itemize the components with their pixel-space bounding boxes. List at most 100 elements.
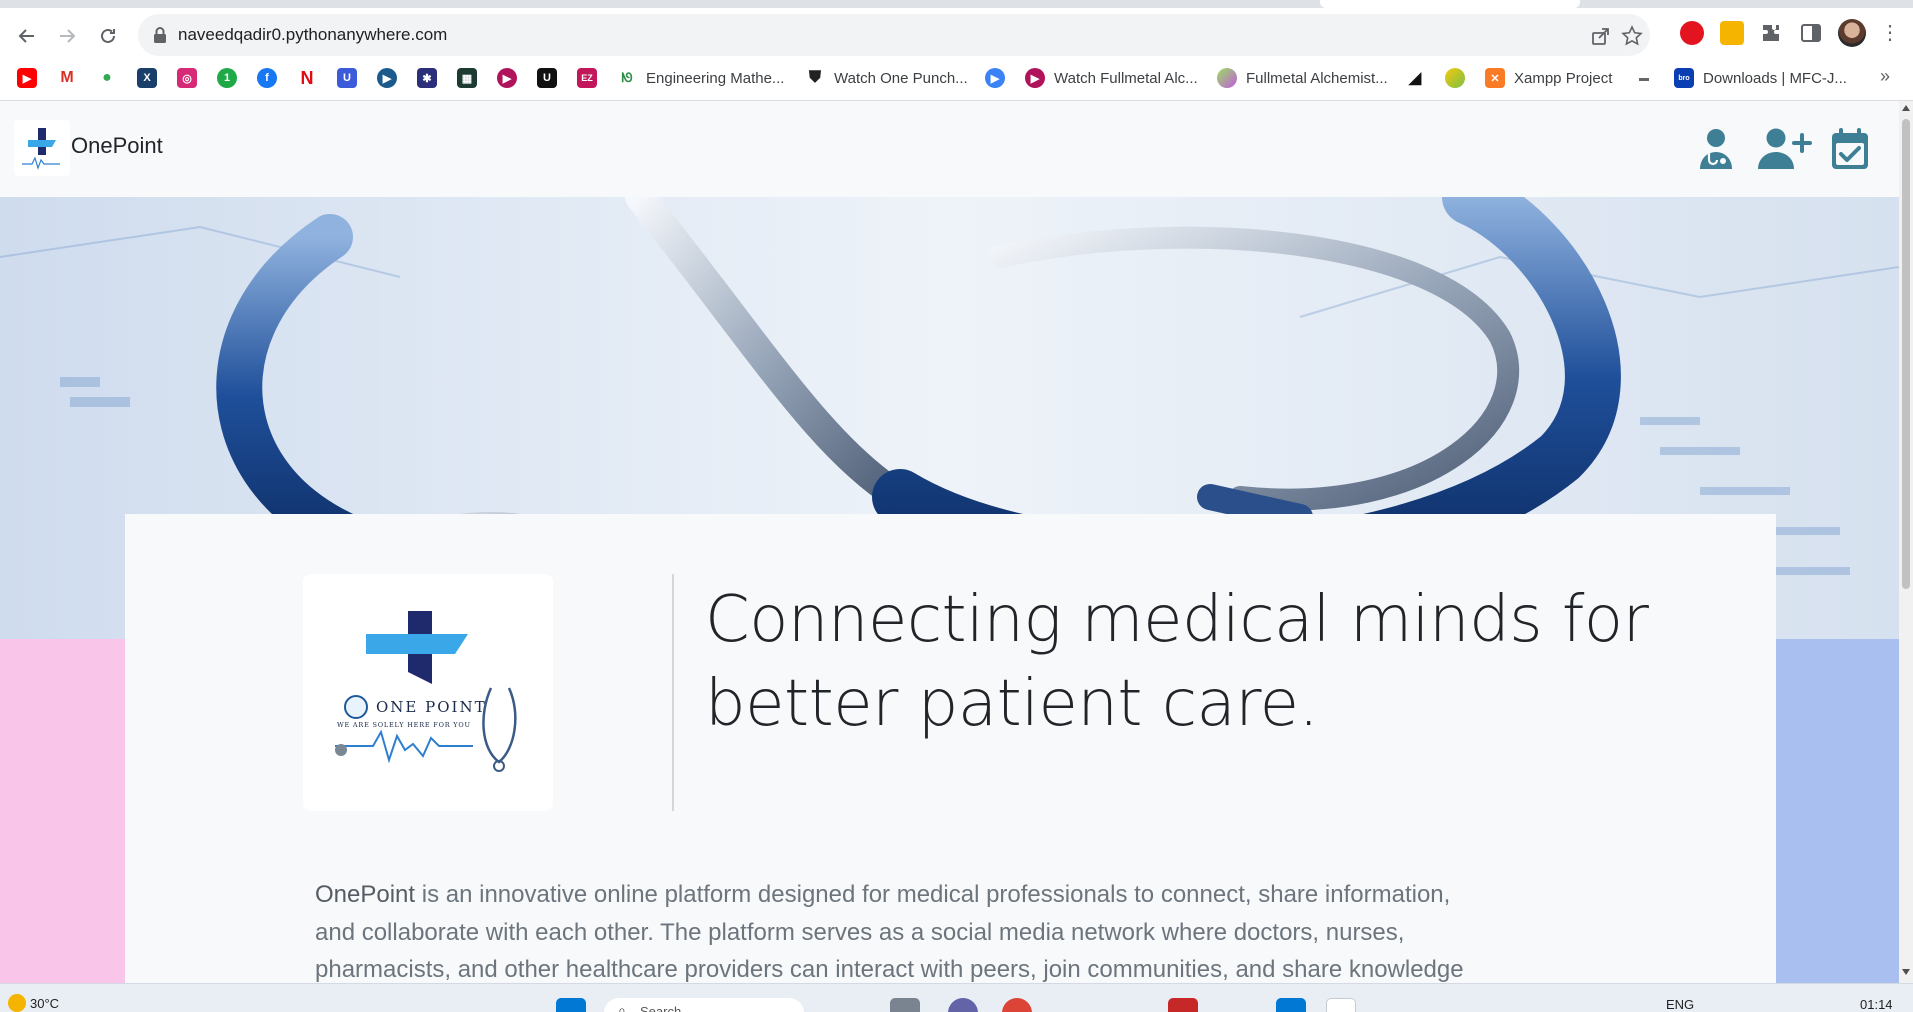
bookmark-item[interactable]: ᘚ Engineering Mathe...: [617, 67, 784, 89]
input-language[interactable]: ENG: [1666, 997, 1694, 1012]
url-text[interactable]: naveedqadir0.pythonanywhere.com: [178, 25, 447, 45]
bookmark-item[interactable]: ▶: [377, 67, 406, 89]
intro-card: ONE POINT WE ARE SOLELY HERE FOR YOU Con…: [125, 514, 1776, 983]
maps-icon: ●: [97, 68, 117, 88]
onepoint-logo: ONE POINT WE ARE SOLELY HERE FOR YOU: [303, 574, 553, 811]
bookmark-item[interactable]: [1445, 67, 1474, 89]
bookmark-icon: ✱: [417, 68, 437, 88]
side-panel-left: [0, 639, 125, 983]
bookmark-netflix[interactable]: N: [297, 67, 326, 89]
logo-text: ONE POINT: [376, 698, 487, 716]
bookmark-item[interactable]: ▶: [985, 67, 1014, 89]
profile-avatar[interactable]: [1838, 19, 1866, 47]
bookmark-youtube[interactable]: ▶: [17, 67, 46, 89]
about-text: is an innovative online platform designe…: [315, 881, 1464, 983]
bookmark-icon: 1: [217, 68, 237, 88]
more-bookmarks-button[interactable]: »: [1880, 66, 1890, 87]
browser-chrome: naveedqadir0.pythonanywhere.com ⋮ ▶ M ● …: [0, 0, 1913, 101]
play-icon: ▶: [1025, 68, 1045, 88]
app-icon[interactable]: [1326, 998, 1356, 1012]
play-icon: ▶: [985, 68, 1005, 88]
more-menu-icon[interactable]: ⋮: [1880, 22, 1900, 46]
bookmark-maps[interactable]: ●: [97, 67, 126, 89]
site-navbar: OnePoint: [0, 101, 1899, 197]
bookmark-label: Fullmetal Alchemist...: [1246, 69, 1388, 87]
logo-tagline: WE ARE SOLELY HERE FOR YOU: [337, 721, 471, 729]
brother-icon: bro: [1674, 68, 1694, 88]
file-explorer-icon[interactable]: [890, 998, 920, 1012]
bookmark-item[interactable]: ▬: [1634, 67, 1663, 89]
bookmark-gmail[interactable]: M: [57, 67, 86, 89]
about-brand: OnePoint: [315, 881, 416, 908]
bookmark-item[interactable]: bro Downloads | MFC-J...: [1674, 67, 1847, 89]
bookmark-instagram[interactable]: ◎: [177, 67, 206, 89]
bookmark-item[interactable]: 1: [217, 67, 246, 89]
clock-time[interactable]: 01:14: [1860, 997, 1893, 1012]
gmail-icon: M: [57, 68, 77, 88]
calendar-check-icon[interactable]: [1828, 125, 1872, 173]
browser-toolbar: naveedqadir0.pythonanywhere.com ⋮: [0, 10, 1913, 60]
page-scrollbar[interactable]: [1899, 101, 1913, 983]
youtube-icon: ▶: [17, 68, 37, 88]
instagram-icon: ◎: [177, 68, 197, 88]
lock-icon[interactable]: [152, 26, 168, 44]
play-icon: ▶: [377, 68, 397, 88]
bookmark-label: Watch Fullmetal Alc...: [1054, 69, 1198, 87]
bookmark-item[interactable]: U: [537, 67, 566, 89]
bookmark-item[interactable]: ✕ Xampp Project: [1485, 67, 1612, 89]
geeksforgeeks-icon: ᘚ: [617, 68, 637, 88]
forward-icon[interactable]: [53, 22, 81, 50]
bookmark-icon: X: [137, 68, 157, 88]
start-button[interactable]: [556, 998, 586, 1012]
brand-logo[interactable]: [14, 120, 70, 176]
puzzle-icon[interactable]: [1759, 21, 1783, 45]
bookmark-item[interactable]: ▦: [457, 67, 486, 89]
brand-name[interactable]: OnePoint: [71, 133, 163, 159]
address-bar[interactable]: naveedqadir0.pythonanywhere.com: [138, 14, 1650, 56]
scrollbar-thumb[interactable]: [1902, 119, 1910, 589]
netflix-icon: N: [297, 68, 317, 88]
weather-icon[interactable]: [8, 994, 26, 1012]
bookmarks-bar: ▶ M ● X ◎ 1 f N U ▶ ✱ ▦ ▶ U EZ ᘚ Engineer…: [0, 62, 1913, 94]
vscode-icon[interactable]: [1276, 998, 1306, 1012]
bookmark-icon: [1445, 68, 1465, 88]
bookmark-icon: EZ: [577, 68, 597, 88]
weather-temperature[interactable]: 30°C: [30, 996, 59, 1011]
bookmark-item[interactable]: ▶: [497, 67, 526, 89]
os-taskbar: 30°C ⌕ Search ENG 01:14: [0, 983, 1913, 1012]
about-paragraph: OnePoint is an innovative online platfor…: [315, 876, 1475, 983]
bookmark-item[interactable]: Fullmetal Alchemist...: [1217, 67, 1388, 89]
tab-strip: [0, 0, 1913, 8]
scroll-down-icon[interactable]: [1902, 969, 1910, 975]
bookmark-facebook[interactable]: f: [257, 67, 286, 89]
taskbar-search-box[interactable]: ⌕ Search: [604, 998, 804, 1012]
bookmark-item[interactable]: ✱: [417, 67, 446, 89]
bookmark-item[interactable]: X: [137, 67, 166, 89]
add-user-icon[interactable]: [1756, 125, 1812, 173]
back-icon[interactable]: [13, 22, 41, 50]
page-viewport: OnePoint ONE POINT WE ARE SOLELY HERE FO…: [0, 101, 1899, 983]
active-tab[interactable]: [1320, 0, 1580, 8]
doctor-icon[interactable]: [1692, 125, 1740, 173]
teams-icon[interactable]: [948, 998, 978, 1012]
bookmark-icon: ▬: [1634, 68, 1654, 88]
share-icon[interactable]: [1590, 25, 1612, 47]
chrome-icon[interactable]: [1002, 998, 1032, 1012]
search-placeholder: Search: [640, 1004, 682, 1012]
bookmark-item[interactable]: U: [337, 67, 366, 89]
xampp-icon: ✕: [1485, 68, 1505, 88]
star-icon[interactable]: [1621, 25, 1643, 47]
bookmark-item[interactable]: EZ: [577, 67, 606, 89]
bookmark-item[interactable]: ◢: [1405, 67, 1434, 89]
bookmark-icon: U: [537, 68, 557, 88]
reload-icon[interactable]: [94, 22, 122, 50]
bookmark-icon: ◢: [1405, 68, 1425, 88]
app-icon[interactable]: [1168, 998, 1198, 1012]
scroll-up-icon[interactable]: [1902, 105, 1910, 111]
keep-extension-icon[interactable]: [1720, 21, 1744, 45]
side-panel-right: [1776, 639, 1899, 983]
opera-extension-icon[interactable]: [1680, 21, 1704, 45]
bookmark-item[interactable]: ⛊ Watch One Punch...: [805, 67, 968, 89]
side-panel-icon[interactable]: [1799, 21, 1823, 45]
bookmark-item[interactable]: ▶ Watch Fullmetal Alc...: [1025, 67, 1198, 89]
